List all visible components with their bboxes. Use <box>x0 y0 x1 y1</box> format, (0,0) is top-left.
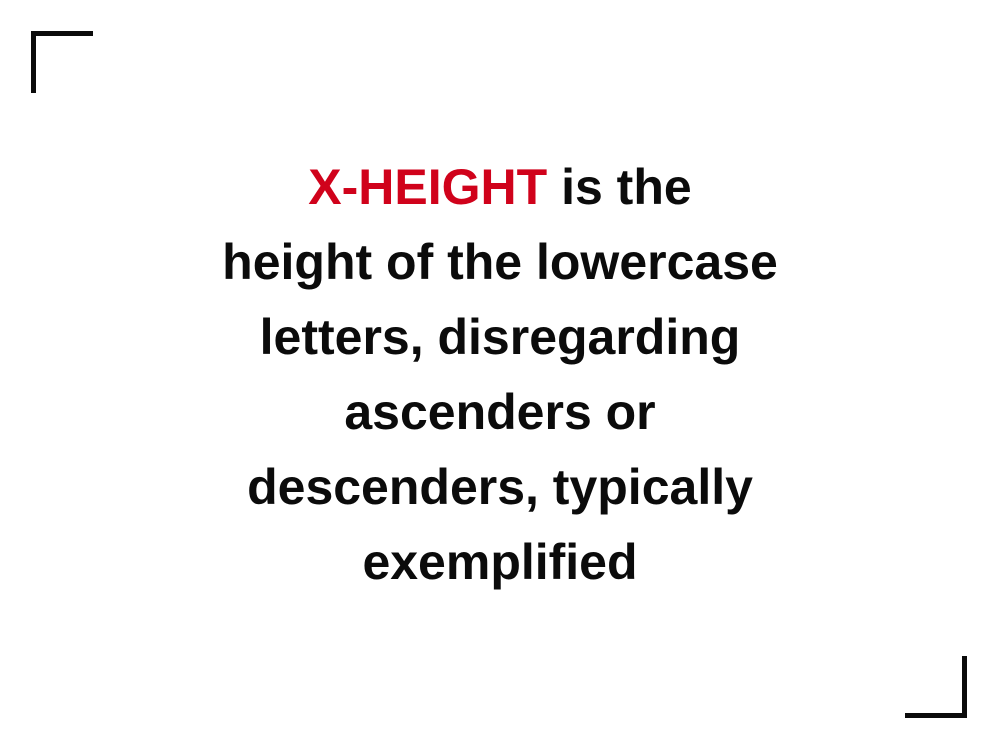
definition-line-3: letters, disregarding <box>259 309 741 365</box>
definition-line-2: height of the lowercase <box>222 234 778 290</box>
definition-line-1: X-HEIGHT is the <box>150 150 850 225</box>
definition-line-4: ascenders or <box>344 384 656 440</box>
definition-line-5: descenders, typically <box>247 459 753 515</box>
definition-term: X-HEIGHT <box>308 159 548 215</box>
page: X-HEIGHT is the height of the lowercase … <box>0 0 1000 750</box>
definition-line-6: exemplified <box>362 534 638 590</box>
definition-text: X-HEIGHT is the height of the lowercase … <box>150 150 850 600</box>
corner-bracket-top-left <box>31 31 93 93</box>
definition-line-1-rest: is the <box>547 159 692 215</box>
corner-bracket-bottom-right <box>905 656 967 718</box>
